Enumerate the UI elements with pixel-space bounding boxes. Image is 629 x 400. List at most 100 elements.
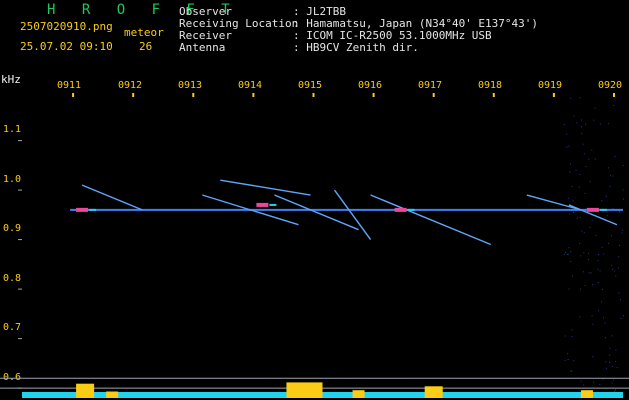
activity-burst: [581, 390, 593, 398]
noise-speck: [612, 176, 613, 177]
noise-speck: [599, 384, 600, 385]
noise-speck: [569, 172, 570, 173]
echo-warm: [600, 209, 607, 211]
noise-speck: [611, 335, 612, 336]
noise-speck: [581, 133, 582, 134]
noise-speck: [584, 232, 585, 233]
noise-speck: [581, 381, 582, 382]
noise-speck: [568, 247, 569, 248]
activity-burst: [286, 382, 322, 398]
noise-speck: [588, 253, 589, 254]
noise-speck: [594, 108, 595, 109]
noise-speck: [572, 336, 573, 337]
noise-speck: [571, 329, 572, 330]
noise-speck: [567, 353, 568, 354]
noise-speck: [564, 124, 565, 125]
noise-speck: [615, 350, 616, 351]
noise-speck: [612, 208, 613, 209]
noise-speck: [606, 368, 607, 369]
noise-speck: [622, 232, 623, 233]
noise-speck: [618, 267, 619, 268]
noise-speck: [592, 284, 593, 285]
noise-speck: [618, 256, 619, 257]
noise-speck: [598, 310, 599, 311]
noise-speck: [610, 348, 611, 349]
noise-speck: [601, 301, 602, 302]
noise-speck: [585, 285, 586, 286]
meteor-trace: [371, 195, 491, 245]
noise-speck: [623, 315, 624, 316]
noise-speck: [600, 123, 601, 124]
noise-speck: [614, 271, 615, 272]
noise-speck: [566, 146, 567, 147]
noise-speck: [568, 359, 569, 360]
noise-speck: [572, 275, 573, 276]
noise-speck: [591, 272, 592, 273]
noise-speck: [573, 212, 574, 213]
noise-speck: [619, 211, 620, 212]
noise-speck: [565, 336, 566, 337]
noise-speck: [580, 255, 581, 256]
noise-speck: [623, 198, 624, 199]
echo-hotspot: [395, 208, 407, 212]
meteor-trace: [220, 180, 310, 195]
noise-speck: [608, 123, 609, 124]
noise-speck: [612, 366, 613, 367]
noise-speck: [613, 380, 614, 381]
noise-speck: [579, 243, 580, 244]
noise-speck: [623, 189, 624, 190]
noise-speck: [573, 116, 574, 117]
noise-speck: [602, 247, 603, 248]
noise-speck: [603, 379, 604, 380]
noise-speck: [571, 186, 572, 187]
noise-speck: [597, 269, 598, 270]
echo-warm: [269, 204, 276, 206]
meteor-trace: [82, 185, 142, 210]
noise-speck: [612, 382, 613, 383]
noise-speck: [580, 97, 581, 98]
noise-speck: [565, 252, 566, 253]
echo-warm: [408, 209, 415, 211]
noise-speck: [568, 254, 569, 255]
noise-speck: [585, 124, 586, 125]
noise-speck: [611, 235, 612, 236]
noise-speck: [577, 218, 578, 219]
noise-speck: [564, 254, 565, 255]
activity-burst: [106, 392, 118, 399]
noise-speck: [569, 146, 570, 147]
meteor-trace: [274, 195, 358, 230]
noise-speck: [598, 282, 599, 283]
noise-speck: [570, 251, 571, 252]
noise-speck: [593, 382, 594, 383]
noise-speck: [579, 187, 580, 188]
noise-speck: [609, 362, 610, 363]
noise-speck: [617, 367, 618, 368]
noise-speck: [614, 391, 615, 392]
noise-speck: [619, 245, 620, 246]
echo-warm: [89, 209, 96, 211]
noise-speck: [603, 317, 604, 318]
noise-speck: [581, 231, 582, 232]
noise-speck: [568, 198, 569, 199]
noise-speck: [605, 361, 606, 362]
noise-speck: [565, 360, 566, 361]
noise-speck: [614, 156, 615, 157]
echo-hotspot: [256, 203, 268, 207]
noise-speck: [570, 98, 571, 99]
noise-speck: [576, 122, 577, 123]
noise-speck: [580, 217, 581, 218]
activity-burst: [353, 390, 365, 398]
noise-speck: [569, 214, 570, 215]
noise-speck: [610, 175, 611, 176]
noise-speck: [589, 272, 590, 273]
noise-speck: [576, 170, 577, 171]
noise-speck: [623, 165, 624, 166]
noise-speck: [593, 120, 594, 121]
noise-speck: [570, 371, 571, 372]
noise-speck: [573, 200, 574, 201]
noise-speck: [622, 230, 623, 231]
noise-speck: [583, 252, 584, 253]
noise-speck: [583, 144, 584, 145]
noise-speck: [570, 261, 571, 262]
noise-speck: [584, 153, 585, 154]
